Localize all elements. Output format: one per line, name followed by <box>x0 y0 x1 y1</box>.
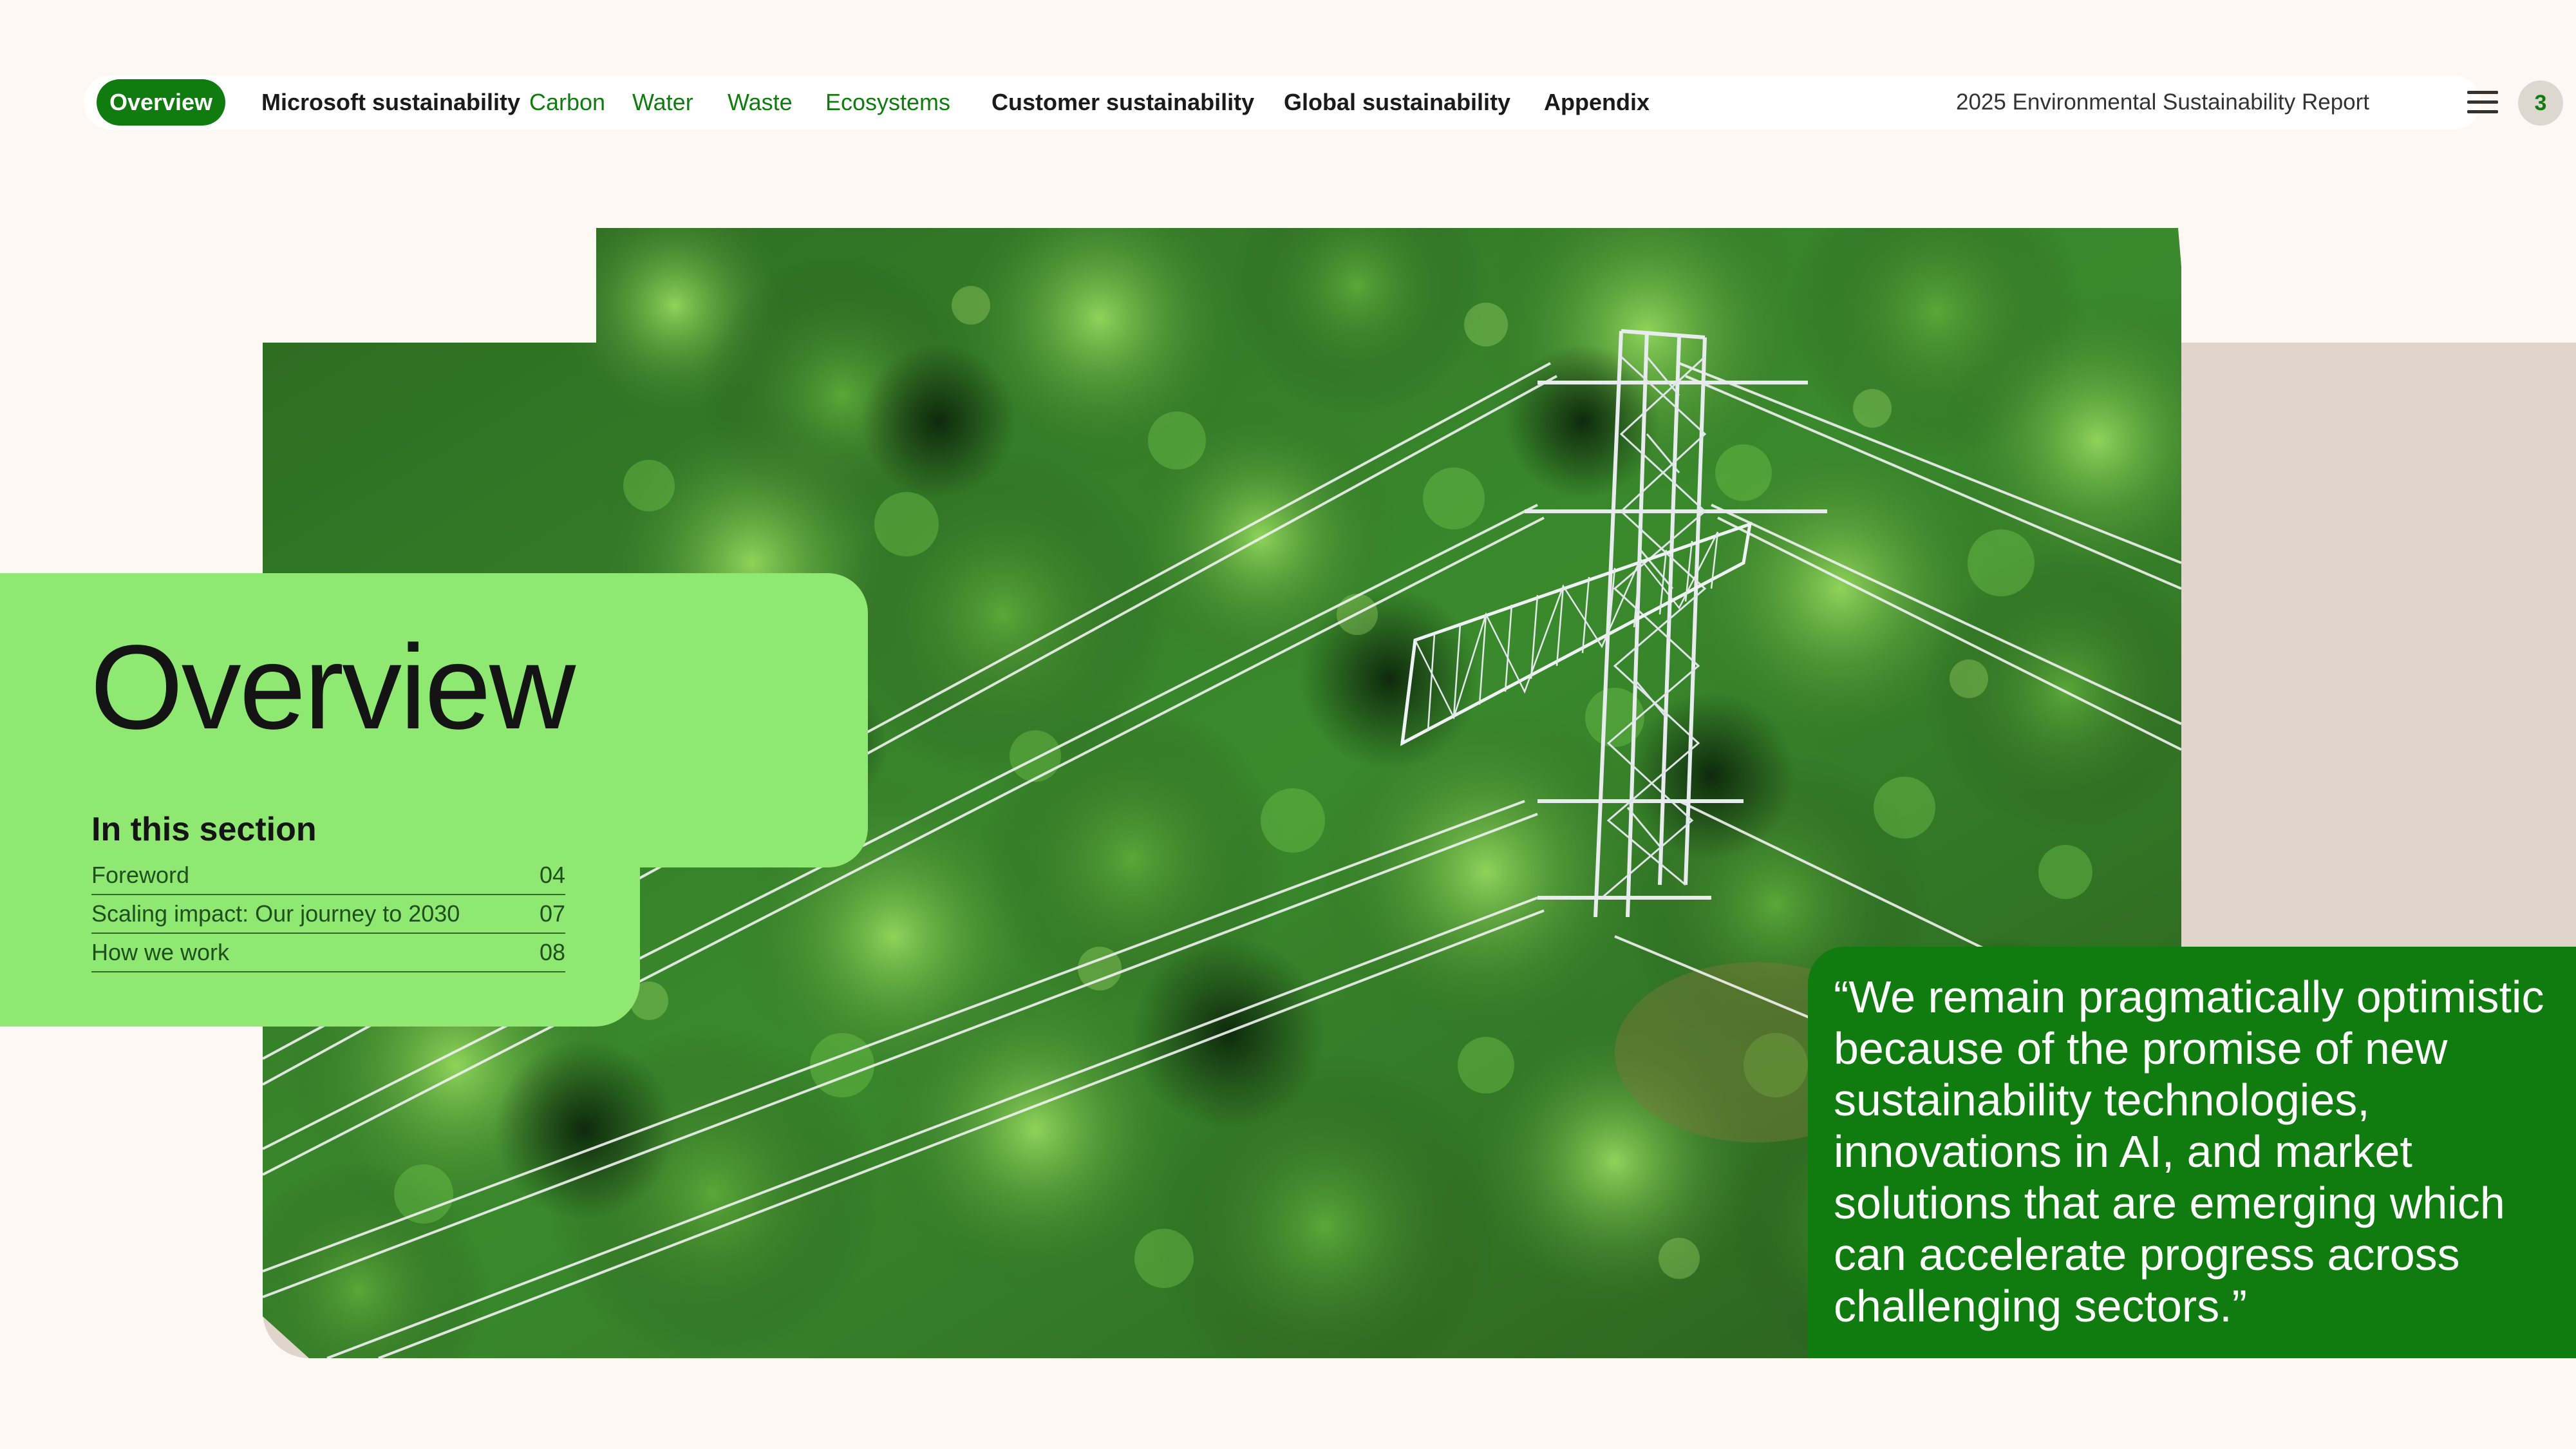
toc-item-label: Foreword <box>91 862 190 888</box>
toc-item-label: Scaling impact: Our journey to 2030 <box>91 900 460 927</box>
page-title: Overview <box>90 621 576 754</box>
toc-item-label: How we work <box>91 939 230 965</box>
nav-waste[interactable]: Waste <box>728 75 793 129</box>
nav-microsoft-sustainability[interactable]: Microsoft sustainability <box>261 75 520 129</box>
section-contents-list: Foreword 04 Scaling impact: Our journey … <box>91 857 565 972</box>
nav-customer-sustainability[interactable]: Customer sustainability <box>992 75 1254 129</box>
pull-quote: “We remain pragmatically optimistic beca… <box>1834 972 2544 1331</box>
nav-water[interactable]: Water <box>632 75 693 129</box>
nav-carbon[interactable]: Carbon <box>529 75 605 129</box>
report-title: 2025 Environmental Sustainability Report <box>1956 90 2370 115</box>
nav-appendix[interactable]: Appendix <box>1544 75 1650 129</box>
section-heading: In this section <box>91 811 317 848</box>
hamburger-menu-icon[interactable] <box>2467 88 2498 117</box>
toc-item-scaling-impact[interactable]: Scaling impact: Our journey to 2030 07 <box>91 895 565 934</box>
toc-item-page: 07 <box>539 900 565 927</box>
nav-global-sustainability[interactable]: Global sustainability <box>1284 75 1510 129</box>
nav-ecosystems[interactable]: Ecosystems <box>825 75 950 129</box>
nav-overview-active[interactable]: Overview <box>97 79 225 126</box>
toc-item-how-we-work[interactable]: How we work 08 <box>91 934 565 972</box>
page-number-badge: 3 <box>2518 80 2563 126</box>
toc-item-page: 08 <box>539 939 565 965</box>
toc-item-foreword[interactable]: Foreword 04 <box>91 857 565 895</box>
toc-item-page: 04 <box>539 862 565 888</box>
top-navigation: Overview Microsoft sustainability Carbon… <box>84 75 2563 129</box>
